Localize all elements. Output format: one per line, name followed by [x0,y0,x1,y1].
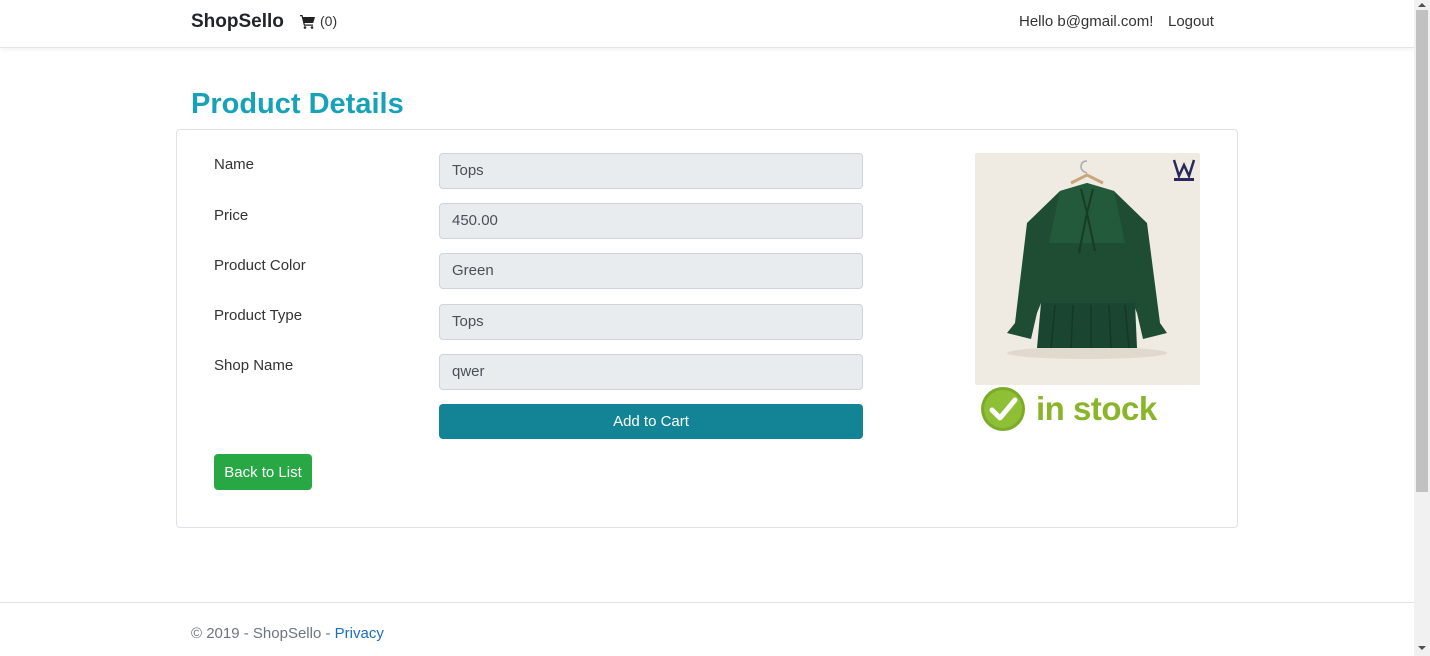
footer-text: © 2019 - ShopSello - Privacy [191,625,384,642]
top-navbar: ShopSello (0) Hello b@gmail.com! Logout [0,0,1414,48]
back-to-list-button[interactable]: Back to List [214,454,312,490]
footer: © 2019 - ShopSello - Privacy [0,602,1414,656]
green-blouse-illustration [975,153,1200,385]
price-label: Price [214,207,249,224]
name-label: Name [214,156,255,173]
name-field[interactable]: Tops [439,153,863,189]
scroll-down-icon[interactable] [1418,646,1426,650]
shop-name-label: Shop Name [214,357,294,374]
price-field[interactable]: 450.00 [439,203,863,239]
shopping-cart-icon [300,14,315,29]
product-type-label: Product Type [214,307,303,324]
scroll-thumb[interactable] [1416,10,1428,492]
product-color-label: Product Color [214,257,306,274]
privacy-link[interactable]: Privacy [335,625,384,642]
product-type-field[interactable]: Tops [439,304,863,340]
copyright-text: © 2019 - ShopSello - [191,625,335,642]
brand-link[interactable]: ShopSello [191,11,284,33]
scroll-up-icon[interactable] [1418,3,1426,7]
add-to-cart-button[interactable]: Add to Cart [439,404,863,439]
brand-logo-icon [1172,159,1196,181]
product-color-field[interactable]: Green [439,253,863,289]
user-greeting[interactable]: Hello b@gmail.com! [1019,13,1153,30]
cart-link[interactable]: (0) [300,13,337,29]
product-image [975,153,1200,385]
check-circle-icon [981,387,1025,431]
logout-link[interactable]: Logout [1168,13,1214,30]
in-stock-badge: in stock [980,386,1157,432]
shop-name-field[interactable]: qwer [439,354,863,390]
page-title: Product Details [191,88,404,120]
stock-status-text: in stock [1036,390,1157,427]
cart-count: (0) [320,13,338,29]
vertical-scrollbar[interactable] [1414,0,1430,656]
